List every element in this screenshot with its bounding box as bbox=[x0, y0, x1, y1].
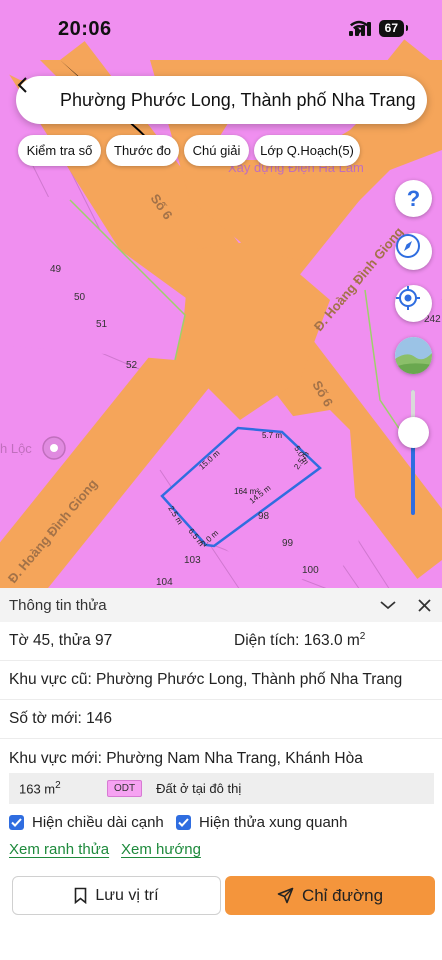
map-layer-button[interactable] bbox=[395, 337, 432, 374]
question-icon: ? bbox=[406, 185, 421, 211]
old-area-row: Khu vực cũ: Phường Phước Long, Thành phố… bbox=[0, 661, 442, 700]
view-boundary-link[interactable]: Xem ranh thửa bbox=[9, 841, 109, 858]
lot-number: 50 bbox=[74, 292, 86, 303]
location-search-bar[interactable]: Phường Phước Long, Thành phố Nha Trang bbox=[16, 76, 427, 124]
directions-button[interactable]: Chỉ đường bbox=[225, 876, 435, 915]
lot-number: 103 bbox=[184, 555, 201, 566]
zone-code-badge: ODT bbox=[107, 780, 143, 797]
new-area-text: Khu vực mới: Phường Nam Nha Trang, Khánh… bbox=[9, 749, 363, 767]
lot-number: 104 bbox=[156, 577, 173, 588]
land-use-zone-bar: 163 m2 ODT Đất ở tại đô thị bbox=[9, 773, 434, 804]
dimension-top: 5.7 m bbox=[262, 431, 282, 440]
checkmark-icon[interactable] bbox=[9, 815, 24, 830]
status-bar: 20:06 67 bbox=[0, 0, 442, 60]
sheet-plot-row: Tờ 45, thửa 97 Diện tích: 163.0 m2 bbox=[0, 622, 442, 661]
status-time: 20:06 bbox=[58, 18, 112, 40]
lot-number: 52 bbox=[126, 360, 138, 371]
zone-description: Đất ở tại đô thị bbox=[156, 781, 242, 796]
poi-label-left: h Lộc bbox=[0, 441, 32, 456]
show-edge-length-checkbox[interactable]: Hiện chiều dài cạnh bbox=[9, 814, 164, 831]
show-neighbor-plots-label: Hiện thửa xung quanh bbox=[199, 814, 348, 831]
location-title[interactable]: Phường Phước Long, Thành phố Nha Trang bbox=[60, 90, 416, 111]
lot-number: 49 bbox=[50, 264, 62, 275]
panel-header: Thông tin thửa bbox=[0, 588, 442, 622]
zoom-slider-handle[interactable] bbox=[398, 417, 429, 448]
dimension-area: 164 m² bbox=[234, 487, 259, 496]
chip-legend[interactable]: Chú giải bbox=[184, 135, 249, 166]
save-location-button[interactable]: Lưu vị trí bbox=[12, 876, 221, 915]
lot-number: 51 bbox=[96, 319, 108, 330]
chip-planning-layers[interactable]: Lớp Q.Hoạch(5) bbox=[254, 135, 360, 166]
bookmark-icon bbox=[75, 887, 87, 904]
sheet-plot-text: Tờ 45, thửa 97 bbox=[9, 632, 113, 649]
new-sheet-text: Số tờ mới: 146 bbox=[9, 710, 113, 727]
new-sheet-row: Số tờ mới: 146 bbox=[0, 700, 442, 739]
chip-measure[interactable]: Thước đo bbox=[106, 135, 179, 166]
panel-title: Thông tin thửa bbox=[9, 596, 107, 614]
wifi-icon bbox=[349, 20, 368, 34]
battery-icon: 67 bbox=[378, 20, 409, 37]
poi-marker-dot bbox=[50, 444, 58, 452]
navigation-arrow-icon bbox=[277, 887, 294, 904]
lot-number: 100 bbox=[302, 565, 319, 576]
directions-label: Chỉ đường bbox=[301, 885, 384, 905]
collapse-chevron-icon[interactable] bbox=[378, 595, 398, 615]
close-icon[interactable] bbox=[414, 595, 434, 615]
satellite-layer-icon bbox=[395, 337, 432, 374]
back-arrow-icon[interactable] bbox=[17, 76, 60, 124]
help-button[interactable]: ? bbox=[395, 180, 432, 217]
parcel-info-panel: Thông tin thửa Tờ 45, thửa 97 Diện tích:… bbox=[0, 588, 442, 960]
save-location-label: Lưu vị trí bbox=[95, 886, 159, 904]
my-location-button[interactable] bbox=[395, 285, 432, 322]
show-neighbor-plots-checkbox[interactable]: Hiện thửa xung quanh bbox=[176, 814, 347, 831]
map-view[interactable]: Số 6 Số 6 Đ. Hoàng Đình Giong Đ. Hoàng Đ… bbox=[0, 0, 442, 592]
lot-number: 98 bbox=[258, 511, 270, 522]
zone-area-text: 163 m2 bbox=[19, 780, 61, 797]
checkmark-icon[interactable] bbox=[176, 815, 191, 830]
compass-icon bbox=[396, 234, 420, 258]
compass-button[interactable] bbox=[395, 233, 432, 270]
status-icons: 67 bbox=[348, 20, 409, 37]
chip-check-number[interactable]: Kiểm tra số bbox=[18, 135, 101, 166]
old-area-text: Khu vực cũ: Phường Phước Long, Thành phố… bbox=[9, 671, 403, 688]
lot-number: 99 bbox=[282, 538, 294, 549]
view-direction-link[interactable]: Xem hướng bbox=[121, 841, 201, 858]
show-edge-length-label: Hiện chiều dài cạnh bbox=[32, 814, 164, 831]
area-text: Diện tích: 163.0 m2 bbox=[234, 631, 366, 650]
crosshair-icon bbox=[396, 286, 420, 310]
